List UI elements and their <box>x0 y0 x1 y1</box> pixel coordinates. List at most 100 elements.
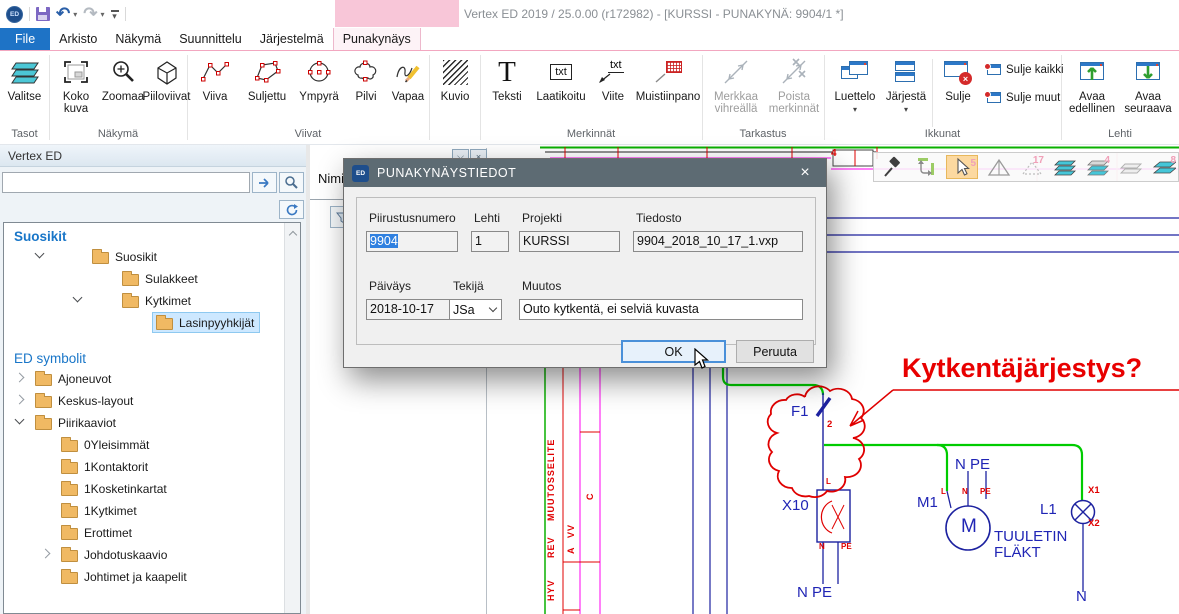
avaa-edellinen-button[interactable]: Avaa edellinen <box>1064 53 1120 115</box>
ympyra-button[interactable]: Ympyrä <box>294 53 344 103</box>
muutos-field[interactable]: Outo kytkentä, ei selviä kuvasta <box>519 299 803 320</box>
tree-node[interactable]: Erottimet <box>57 522 138 543</box>
tree-item[interactable]: Ajoneuvot <box>4 367 300 389</box>
vapaa-button[interactable]: Vapaa <box>388 53 428 103</box>
piiloviivat-button[interactable]: Piiloviivat <box>146 53 187 103</box>
sulje-button[interactable]: × Sulje <box>936 53 980 103</box>
tree-item[interactable]: Johtimet ja kaapelit <box>4 565 300 587</box>
dialog-close-icon[interactable]: × <box>794 163 816 183</box>
redo-icon[interactable]: ↷ <box>83 7 97 21</box>
dashed-triangle-tool-icon[interactable]: 17 <box>1020 155 1044 179</box>
tree-node[interactable]: Lasinpyyhkijät <box>152 312 260 333</box>
paivays-field[interactable]: 2018-10-17 <box>366 299 458 320</box>
avaa-seuraava-button[interactable]: Avaa seuraava <box>1120 53 1176 115</box>
layers-alt-tool-icon[interactable]: 4 <box>1086 155 1110 179</box>
merkkaa-vihrealla-button[interactable]: Merkkaa vihreällä <box>706 53 766 115</box>
cancel-button[interactable]: Peruuta <box>736 340 814 363</box>
tree-item-label: Keskus-layout <box>58 394 133 408</box>
tree-node[interactable]: 1Kytkimet <box>57 500 143 521</box>
tree-node[interactable]: Keskus-layout <box>31 390 139 411</box>
pilvi-button[interactable]: Pilvi <box>344 53 388 103</box>
tree-item[interactable]: 1Kytkimet <box>4 499 300 521</box>
undo-dropdown-icon[interactable]: ▾ <box>73 10 77 19</box>
chevron-expanded-icon[interactable] <box>73 293 83 303</box>
tree-item[interactable]: Kytkimet <box>4 289 300 311</box>
kuvio-button[interactable]: Kuvio <box>431 53 479 103</box>
tree-item[interactable]: Suosikit <box>4 245 300 267</box>
poista-merkinnat-button[interactable]: Poista merkinnät <box>766 53 822 115</box>
laatikoitu-button[interactable]: txt Laatikoitu <box>530 53 592 103</box>
tree-scrollbar[interactable] <box>284 223 300 614</box>
search-find-button[interactable] <box>279 172 304 193</box>
projekti-field[interactable]: KURSSI <box>519 231 620 252</box>
lehti-field[interactable]: 1 <box>471 231 509 252</box>
layers-tool-icon[interactable] <box>1053 155 1077 179</box>
customize-qat-icon[interactable]: ▾ <box>111 10 119 18</box>
valitse-button[interactable]: Valitse <box>0 53 49 103</box>
tab-punakynays[interactable]: Punakynäys <box>333 28 421 50</box>
viite-button[interactable]: txt Viite <box>592 53 634 103</box>
triangle-tool-icon[interactable] <box>987 155 1011 179</box>
tree-item[interactable]: Erottimet <box>4 521 300 543</box>
pin-tool-icon[interactable] <box>880 155 904 179</box>
tab-file[interactable]: File <box>0 28 50 50</box>
tree-node[interactable]: Kytkimet <box>118 290 197 311</box>
select-tool-icon[interactable]: 5 <box>946 155 978 179</box>
tab-nakyma[interactable]: Näkymä <box>106 28 170 50</box>
luettelo-button[interactable]: Luettelo ▾ <box>828 53 882 114</box>
teksti-button[interactable]: T Teksti <box>484 53 530 103</box>
tree-node[interactable]: Johtimet ja kaapelit <box>57 566 193 587</box>
redo-dropdown-icon[interactable]: ▾ <box>101 10 105 19</box>
undo-icon[interactable]: ↶ <box>56 7 70 21</box>
dropdown-arrow-icon[interactable]: ▾ <box>853 105 857 114</box>
viiva-button[interactable]: Viiva <box>190 53 240 103</box>
tree-node[interactable]: 1Kontaktorit <box>57 456 154 477</box>
tree-item[interactable]: 1Kontaktorit <box>4 455 300 477</box>
tree-node[interactable]: 1Kosketinkartat <box>57 478 173 499</box>
muistiinpano-button[interactable]: Muistiinpano <box>634 53 702 103</box>
search-go-button[interactable] <box>252 172 277 193</box>
tree-item[interactable]: Piirikaaviot <box>4 411 300 433</box>
tab-jarjestelma[interactable]: Järjestelmä <box>251 28 333 50</box>
ok-button[interactable]: OK <box>621 340 726 363</box>
zoomaa-button[interactable]: Zoomaa <box>100 53 146 103</box>
koko-kuva-button[interactable]: Koko kuva <box>52 53 100 115</box>
tree-node[interactable]: Sulakkeet <box>118 268 204 289</box>
symbol-tree: SuosikitSuosikitSulakkeetKytkimetLasinpy… <box>3 222 301 614</box>
flat-layers-tool-icon[interactable]: 8 <box>1152 155 1176 179</box>
chevron-expanded-icon[interactable] <box>35 249 45 259</box>
chevron-collapsed-icon[interactable] <box>41 549 51 559</box>
tree-node[interactable]: Johdotuskaavio <box>57 544 173 565</box>
sulje-kaikki-button[interactable]: Sulje kaikki <box>984 63 1064 77</box>
chevron-collapsed-icon[interactable] <box>15 373 25 383</box>
tab-arkisto[interactable]: Arkisto <box>50 28 106 50</box>
tiedosto-field[interactable]: 9904_2018_10_17_1.vxp <box>633 231 803 252</box>
rotate-tool-icon[interactable] <box>913 155 937 179</box>
suljettu-button[interactable]: Suljettu <box>240 53 294 103</box>
tab-suunnittelu[interactable]: Suunnittelu <box>170 28 251 50</box>
chevron-collapsed-icon[interactable] <box>15 395 25 405</box>
tree-item[interactable]: 0Yleisimmät <box>4 433 300 455</box>
search-input[interactable] <box>2 172 250 193</box>
refresh-button[interactable] <box>279 200 304 219</box>
dropdown-arrow-icon[interactable]: ▾ <box>904 105 908 114</box>
tree-item[interactable]: Keskus-layout <box>4 389 300 411</box>
tree-item[interactable]: Sulakkeet <box>4 267 300 289</box>
tree-node[interactable]: 0Yleisimmät <box>57 434 155 455</box>
tekija-combobox[interactable]: JSa <box>449 299 502 320</box>
tree-item[interactable]: Lasinpyyhkijät <box>4 311 300 333</box>
folder-icon <box>122 296 139 308</box>
sulje-muut-button[interactable]: Sulje muut <box>984 91 1060 105</box>
app-logo-icon[interactable]: ED <box>6 6 23 23</box>
tree-item[interactable]: Johdotuskaavio <box>4 543 300 565</box>
jarjesta-button[interactable]: Järjestä ▾ <box>882 53 930 114</box>
scroll-up-button[interactable] <box>285 225 300 241</box>
tree-node[interactable]: Ajoneuvot <box>31 368 117 389</box>
tree-node[interactable]: Suosikit <box>88 246 163 267</box>
tree-node[interactable]: Piirikaaviot <box>31 412 122 433</box>
chevron-expanded-icon[interactable] <box>15 415 25 425</box>
piirustusnumero-field[interactable]: 9904 <box>366 231 458 252</box>
tree-item[interactable]: 1Kosketinkartat <box>4 477 300 499</box>
layers-disabled-tool-icon[interactable] <box>1119 155 1143 179</box>
save-icon[interactable] <box>36 7 50 21</box>
